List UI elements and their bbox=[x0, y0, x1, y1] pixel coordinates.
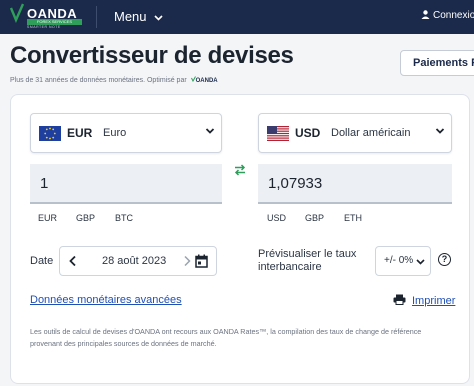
date-label: Date bbox=[30, 255, 54, 267]
header-divider bbox=[96, 6, 97, 28]
quick-currency-gbp[interactable]: GBP bbox=[76, 213, 95, 223]
to-currency-code: USD bbox=[295, 126, 321, 140]
date-picker[interactable]: 28 août 2023 bbox=[59, 246, 217, 276]
subtitle-text: Plus de 31 années de données monétaires.… bbox=[10, 77, 187, 84]
page-subtitle: Plus de 31 années de données monétaires.… bbox=[10, 76, 218, 84]
user-icon bbox=[421, 10, 430, 19]
calendar-icon[interactable] bbox=[195, 254, 208, 268]
interbank-rate-select[interactable]: +/- 0% bbox=[375, 246, 431, 276]
advanced-data-link[interactable]: Données monétaires avancées bbox=[30, 294, 182, 306]
quick-currency-btc[interactable]: BTC bbox=[115, 213, 133, 223]
payments-button[interactable]: Paiements F... bbox=[400, 50, 474, 76]
oanda-v-icon bbox=[10, 3, 24, 23]
date-value: 28 août 2023 bbox=[102, 255, 167, 267]
chevron-down-icon bbox=[435, 128, 445, 134]
to-currency-select[interactable]: USD Dollar américain bbox=[258, 113, 452, 153]
menu-label: Menu bbox=[114, 9, 147, 24]
quick-currency-gbp[interactable]: GBP bbox=[305, 213, 324, 223]
print-button[interactable]: Imprimer bbox=[393, 294, 455, 307]
from-amount-input[interactable] bbox=[30, 164, 222, 204]
us-flag-icon bbox=[267, 126, 289, 141]
page-title: Convertisseur de devises bbox=[10, 42, 294, 69]
chevron-right-icon[interactable] bbox=[182, 255, 192, 267]
interbank-rate-label: Prévisualiser le taux interbancaire bbox=[258, 248, 357, 273]
to-currency-name: Dollar américain bbox=[331, 127, 411, 139]
top-navigation-bar: OANDA FOREX SERVICES SMARTER NOTE Menu C… bbox=[0, 0, 474, 34]
from-currency-name: Euro bbox=[103, 127, 127, 139]
print-label: Imprimer bbox=[412, 295, 456, 307]
quick-currency-usd[interactable]: USD bbox=[267, 213, 286, 223]
oanda-mini-logo: OANDA bbox=[190, 76, 218, 84]
interbank-rate-value: +/- 0% bbox=[384, 255, 414, 266]
login-label: Connexion bbox=[433, 10, 474, 21]
to-amount-input[interactable] bbox=[258, 164, 452, 204]
chevron-left-icon[interactable] bbox=[68, 255, 78, 267]
help-icon[interactable]: ? bbox=[438, 253, 451, 266]
printer-icon bbox=[393, 294, 406, 305]
subtitle-logo-text: OANDA bbox=[195, 78, 218, 84]
quick-currency-eur[interactable]: EUR bbox=[38, 213, 57, 223]
logo-tagline: SMARTER NOTE bbox=[27, 25, 61, 29]
chevron-down-icon bbox=[154, 15, 163, 21]
disclaimer-text: Les outils de calcul de devises d'OANDA … bbox=[30, 327, 422, 348]
menu-button[interactable]: Menu bbox=[114, 9, 163, 24]
chevron-down-icon bbox=[416, 259, 425, 265]
chevron-down-icon bbox=[205, 128, 215, 134]
login-button[interactable]: Connexion bbox=[421, 10, 474, 21]
quick-currency-eth[interactable]: ETH bbox=[344, 213, 362, 223]
oanda-logo[interactable]: OANDA FOREX SERVICES SMARTER NOTE bbox=[10, 3, 84, 31]
from-currency-code: EUR bbox=[67, 126, 93, 140]
swap-icon[interactable] bbox=[233, 164, 247, 176]
from-currency-select[interactable]: EUR Euro bbox=[30, 113, 222, 153]
eu-flag-icon bbox=[39, 126, 61, 141]
